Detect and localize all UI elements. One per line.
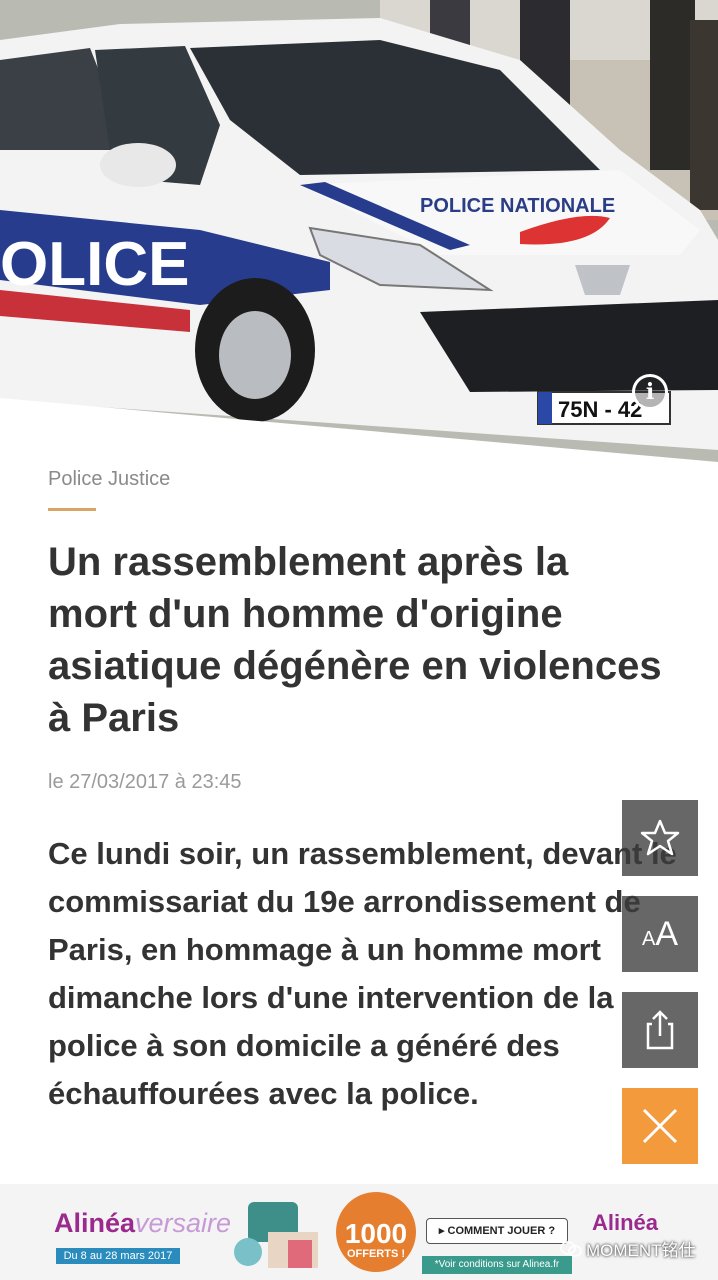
watermark-text: MOMENT铭仕	[586, 1241, 696, 1260]
ad-products-image	[234, 1202, 318, 1268]
wechat-icon	[560, 1241, 582, 1257]
article-headline: Un rassemblement après la mort d'un homm…	[48, 540, 662, 740]
ad-prize-badge: 1000 OFFERTS !	[336, 1192, 416, 1272]
favorite-button[interactable]	[622, 800, 698, 876]
ad-logo-right: Alinéa	[592, 1210, 659, 1235]
car-livery-text: OLICE	[0, 230, 189, 299]
font-size-button[interactable]: AA	[622, 896, 698, 972]
article-lead: Ce lundi soir, un rassemblement, devant …	[48, 836, 677, 1111]
star-icon	[640, 819, 680, 856]
ad-conditions: *Voir conditions sur Alinea.fr	[422, 1256, 572, 1274]
close-button[interactable]	[622, 1088, 698, 1164]
car-badge-text: POLICE NATIONALE	[420, 195, 615, 217]
close-icon	[642, 1108, 678, 1144]
share-button[interactable]	[622, 992, 698, 1068]
advertisement-banner[interactable]: Alinéaversaire Du 8 au 28 mars 2017 1000…	[0, 1184, 718, 1280]
article-category[interactable]: Police Justice	[48, 468, 170, 491]
share-icon	[646, 1010, 674, 1050]
image-info-button[interactable]: i	[632, 374, 668, 410]
ad-dates: Du 8 au 28 mars 2017	[56, 1248, 180, 1264]
info-icon: i	[645, 379, 655, 405]
police-car-photo: OLICE POLICE NATIONALE 75N - 42	[0, 0, 718, 470]
ad-logo: Alinéaversaire	[54, 1208, 232, 1238]
font-size-icon: AA	[641, 915, 679, 953]
ad-how-to-play-button[interactable]: ▸ COMMENT JOUER ?	[426, 1218, 568, 1244]
hero-image: OLICE POLICE NATIONALE 75N - 42 i	[0, 0, 718, 470]
article-date: le 27/03/2017 à 23:45	[48, 771, 242, 793]
category-divider	[48, 508, 96, 511]
license-plate-text: 75N - 42	[558, 397, 642, 422]
